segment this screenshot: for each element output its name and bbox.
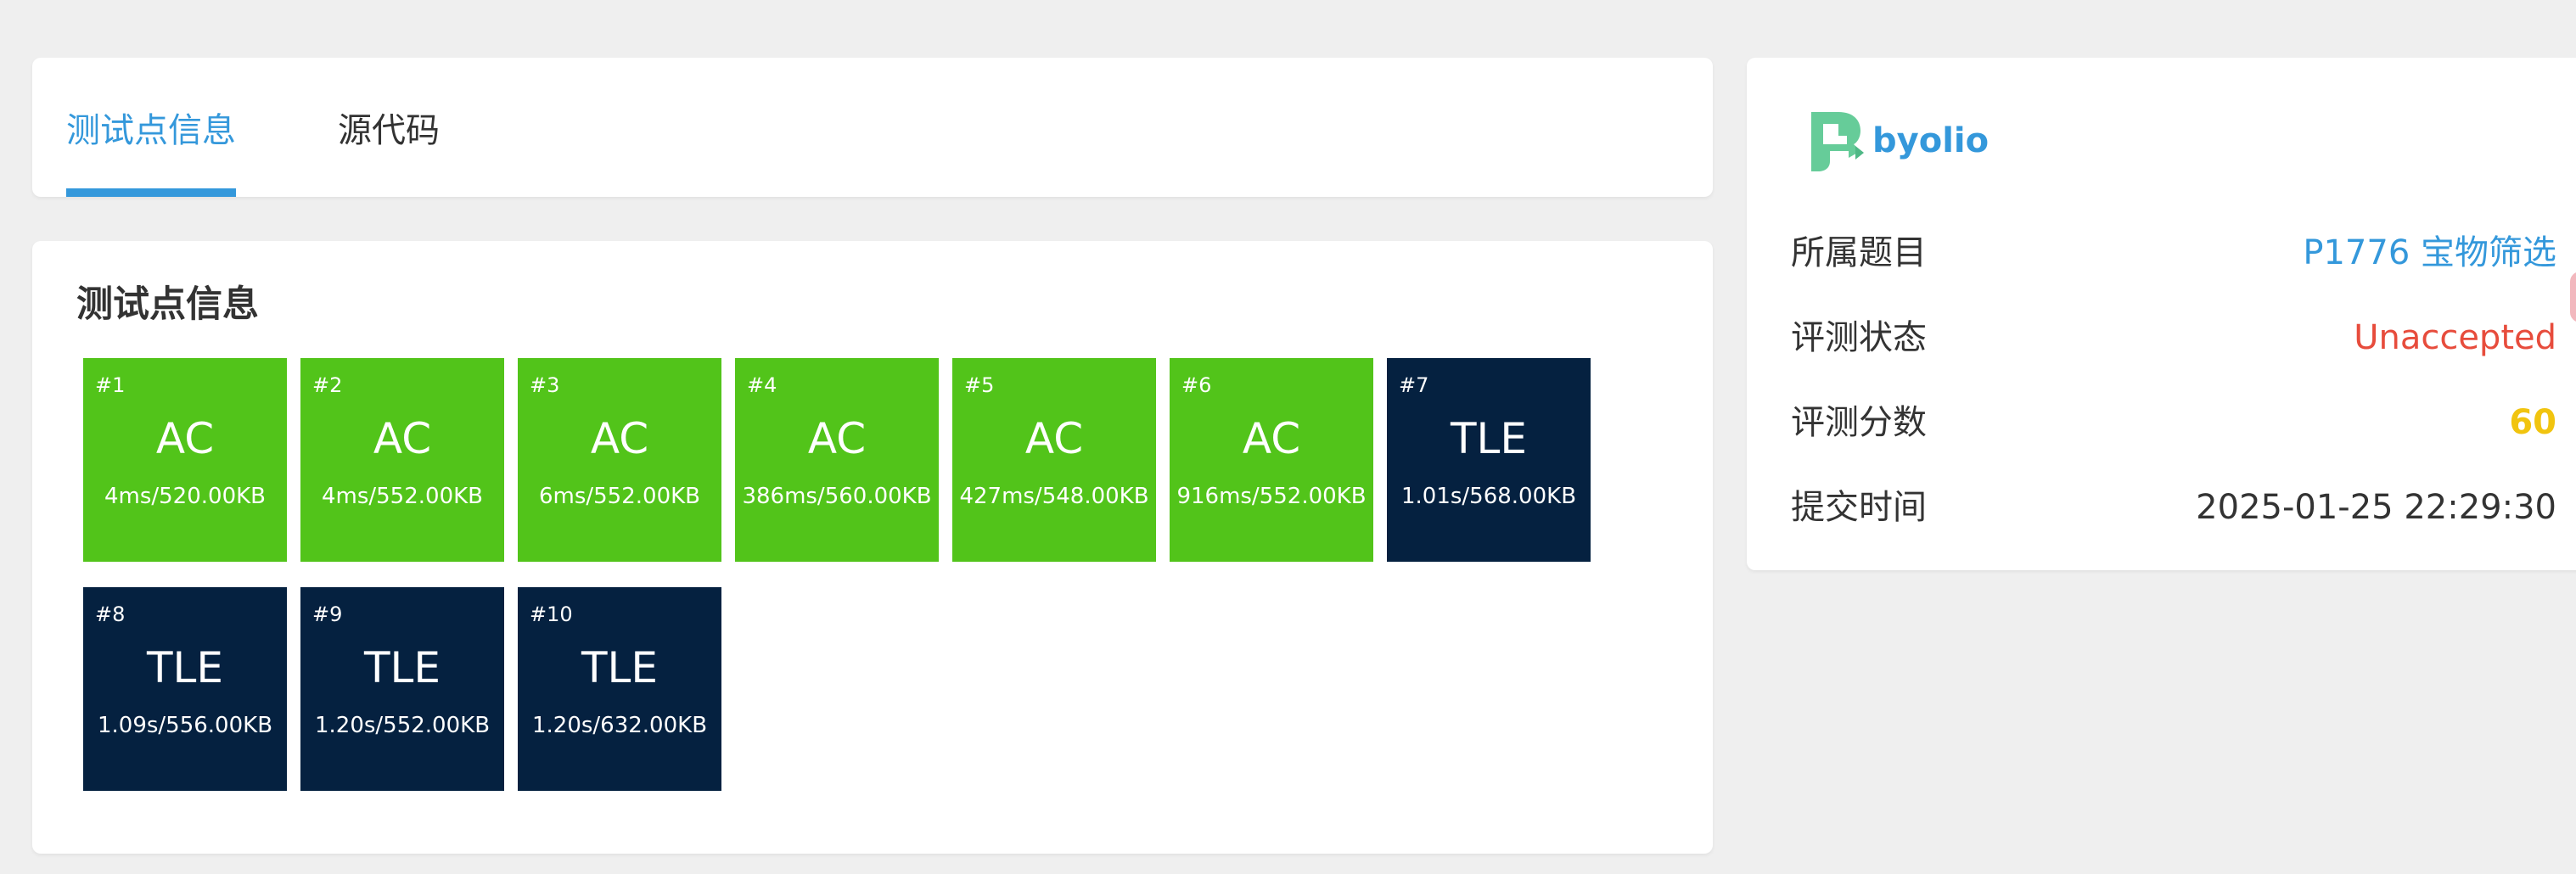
submit-time-label: 提交时间 [1791, 488, 1927, 527]
test-case-tile[interactable]: #8 TLE 1.09s/556.00KB [83, 587, 287, 791]
active-tab-indicator [66, 188, 236, 197]
score-label: 评测分数 [1791, 403, 1927, 442]
user-row: byolio [1804, 107, 1989, 175]
test-case-tile[interactable]: #10 TLE 1.20s/632.00KB [518, 587, 721, 791]
submit-time-value: 2025-01-25 22:29:30 [2196, 488, 2556, 527]
test-case-number: #5 [964, 373, 995, 397]
test-case-status: TLE [1451, 414, 1527, 463]
test-case-status: AC [1024, 414, 1084, 463]
test-case-tile[interactable]: #6 AC 916ms/552.00KB [1170, 358, 1373, 562]
edge-indicator [2570, 272, 2576, 322]
score-value: 60 [2509, 403, 2556, 442]
test-case-tile[interactable]: #7 TLE 1.01s/568.00KB [1387, 358, 1591, 562]
test-case-status: AC [807, 414, 867, 463]
username-link[interactable]: byolio [1872, 121, 1989, 160]
test-case-number: #6 [1181, 373, 1212, 397]
test-case-tile[interactable]: #3 AC 6ms/552.00KB [518, 358, 721, 562]
test-case-tile[interactable]: #5 AC 427ms/548.00KB [952, 358, 1156, 562]
test-case-time-memory: 1.20s/632.00KB [531, 713, 708, 738]
test-case-tile[interactable]: #4 AC 386ms/560.00KB [735, 358, 939, 562]
test-case-time-memory: 1.01s/568.00KB [1400, 484, 1577, 509]
test-case-time-memory: 427ms/548.00KB [959, 484, 1149, 509]
test-case-status: TLE [581, 643, 658, 692]
test-case-status: AC [1242, 414, 1301, 463]
test-case-time-memory: 4ms/552.00KB [321, 484, 484, 509]
test-case-status: TLE [147, 643, 223, 692]
test-case-time-memory: 1.20s/552.00KB [314, 713, 491, 738]
test-case-number: #1 [95, 373, 126, 397]
test-case-status: AC [155, 414, 215, 463]
test-case-status: AC [590, 414, 649, 463]
test-case-tile[interactable]: #9 TLE 1.20s/552.00KB [300, 587, 504, 791]
test-case-number: #8 [95, 602, 126, 626]
test-case-number: #7 [1399, 373, 1429, 397]
test-case-time-memory: 4ms/520.00KB [104, 484, 267, 509]
judge-status-label: 评测状态 [1791, 318, 1927, 357]
test-case-number: #3 [530, 373, 560, 397]
test-case-tile[interactable]: #2 AC 4ms/552.00KB [300, 358, 504, 562]
test-case-status: AC [373, 414, 432, 463]
test-case-tile[interactable]: #1 AC 4ms/520.00KB [83, 358, 287, 562]
test-case-number: #9 [312, 602, 343, 626]
test-case-time-memory: 1.09s/556.00KB [97, 713, 273, 738]
test-case-time-memory: 6ms/552.00KB [538, 484, 701, 509]
problem-link[interactable]: P1776 宝物筛选 [2303, 236, 2556, 270]
tabs-card: 测试点信息 源代码 [32, 58, 1713, 197]
user-avatar-icon[interactable] [1804, 109, 1864, 173]
test-case-time-memory: 386ms/560.00KB [742, 484, 932, 509]
test-cases-heading: 测试点信息 [76, 283, 259, 326]
judge-status-value: Unaccepted [2354, 318, 2556, 357]
test-case-status: TLE [364, 643, 441, 692]
test-case-number: #4 [747, 373, 777, 397]
tab-source-code[interactable]: 源代码 [304, 58, 474, 197]
test-case-number: #10 [530, 602, 573, 626]
submission-info-card: byolio 所属题目 P1776 宝物筛选 评测状态 Unaccepted 评… [1747, 58, 2576, 570]
test-case-time-memory: 916ms/552.00KB [1176, 484, 1367, 509]
test-case-number: #2 [312, 373, 343, 397]
test-cases-card: 测试点信息 #1 AC 4ms/520.00KB #2 AC 4ms/552.00KB #3… [32, 241, 1713, 854]
tab-test-info[interactable]: 测试点信息 [66, 58, 236, 197]
problem-label: 所属题目 [1791, 233, 1927, 272]
